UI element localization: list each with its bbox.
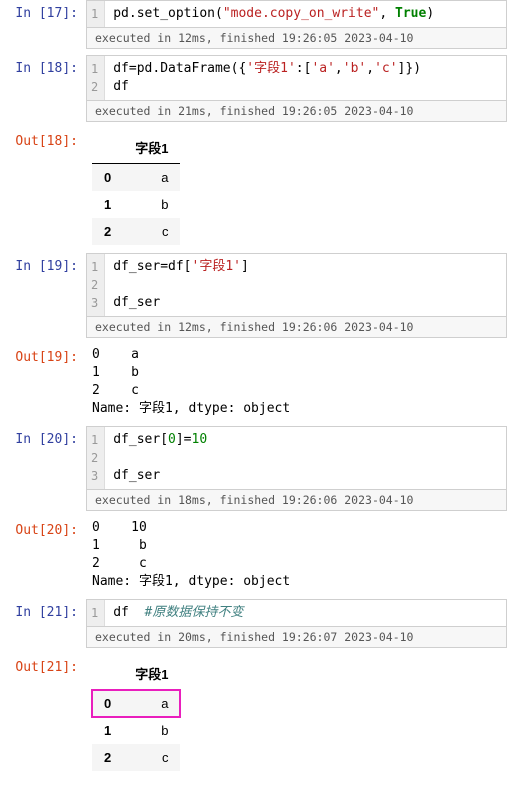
cell-in-19: In [19]: 1 2 3 df_ser=df['字段1'] df_ser e…	[0, 253, 515, 338]
gutter: 1 2 3	[87, 427, 105, 489]
dataframe-table-18: 字段1 0a 1b 2c	[92, 132, 180, 245]
in-prompt-17: In [17]:	[0, 0, 86, 21]
out-prompt-20: Out[20]:	[0, 517, 86, 538]
out-prompt-18: Out[18]:	[0, 128, 86, 149]
table-row: 1b	[92, 717, 180, 744]
code-block: 1 2 3 df_ser=df['字段1'] df_ser	[87, 254, 506, 316]
output-area-21: 字段1 0a 1b 2c	[86, 654, 507, 773]
series-output-20: 0 10 1 b 2 c Name: 字段1, dtype: object	[92, 519, 507, 591]
cell-out-20: Out[20]: 0 10 1 b 2 c Name: 字段1, dtype: …	[0, 517, 515, 593]
cell-out-18: Out[18]: 字段1 0a 1b 2c	[0, 128, 515, 247]
exec-info-20: executed in 18ms, finished 19:26:06 2023…	[87, 489, 506, 510]
out-prompt-21: Out[21]:	[0, 654, 86, 675]
input-area-19[interactable]: 1 2 3 df_ser=df['字段1'] df_ser executed i…	[86, 253, 507, 338]
exec-info-18: executed in 21ms, finished 19:26:05 2023…	[87, 100, 506, 121]
col-header: 字段1	[123, 658, 180, 690]
input-area-21[interactable]: 1 df #原数据保持不变 executed in 20ms, finished…	[86, 599, 507, 648]
in-prompt-20: In [20]:	[0, 426, 86, 447]
col-header: 字段1	[123, 132, 180, 164]
table-row: 1b	[92, 191, 180, 218]
exec-info-19: executed in 12ms, finished 19:26:06 2023…	[87, 316, 506, 337]
cell-in-20: In [20]: 1 2 3 df_ser[0]=10 df_ser execu…	[0, 426, 515, 511]
exec-info-21: executed in 20ms, finished 19:26:07 2023…	[87, 626, 506, 647]
code-19[interactable]: df_ser=df['字段1'] df_ser	[105, 254, 506, 316]
input-area-18[interactable]: 1 2 df=pd.DataFrame({'字段1':['a','b','c']…	[86, 55, 507, 122]
table-row-highlighted: 0a	[92, 690, 180, 718]
code-block: 1 df #原数据保持不变	[87, 600, 506, 626]
gutter: 1	[87, 600, 105, 626]
table-row: 2c	[92, 744, 180, 771]
out-prompt-19: Out[19]:	[0, 344, 86, 365]
cell-out-21: Out[21]: 字段1 0a 1b 2c	[0, 654, 515, 773]
in-prompt-19: In [19]:	[0, 253, 86, 274]
input-area-17[interactable]: 1 pd.set_option("mode.copy_on_write", Tr…	[86, 0, 507, 49]
cell-out-19: Out[19]: 0 a 1 b 2 c Name: 字段1, dtype: o…	[0, 344, 515, 420]
code-block: 1 2 df=pd.DataFrame({'字段1':['a','b','c']…	[87, 56, 506, 100]
output-area-19: 0 a 1 b 2 c Name: 字段1, dtype: object	[86, 344, 507, 420]
code-block: 1 2 3 df_ser[0]=10 df_ser	[87, 427, 506, 489]
cell-in-18: In [18]: 1 2 df=pd.DataFrame({'字段1':['a'…	[0, 55, 515, 122]
gutter: 1	[87, 1, 105, 27]
table-row: 2c	[92, 218, 180, 245]
gutter: 1 2	[87, 56, 105, 100]
code-20[interactable]: df_ser[0]=10 df_ser	[105, 427, 506, 489]
output-area-20: 0 10 1 b 2 c Name: 字段1, dtype: object	[86, 517, 507, 593]
exec-info-17: executed in 12ms, finished 19:26:05 2023…	[87, 27, 506, 48]
series-output-19: 0 a 1 b 2 c Name: 字段1, dtype: object	[92, 346, 507, 418]
code-18[interactable]: df=pd.DataFrame({'字段1':['a','b','c']}) d…	[105, 56, 506, 100]
code-17[interactable]: pd.set_option("mode.copy_on_write", True…	[105, 1, 506, 27]
cell-in-21: In [21]: 1 df #原数据保持不变 executed in 20ms,…	[0, 599, 515, 648]
code-block: 1 pd.set_option("mode.copy_on_write", Tr…	[87, 1, 506, 27]
gutter: 1 2 3	[87, 254, 105, 316]
cell-in-17: In [17]: 1 pd.set_option("mode.copy_on_w…	[0, 0, 515, 49]
table-row: 0a	[92, 164, 180, 192]
dataframe-table-21: 字段1 0a 1b 2c	[92, 658, 180, 771]
input-area-20[interactable]: 1 2 3 df_ser[0]=10 df_ser executed in 18…	[86, 426, 507, 511]
in-prompt-21: In [21]:	[0, 599, 86, 620]
code-21[interactable]: df #原数据保持不变	[105, 600, 506, 626]
output-area-18: 字段1 0a 1b 2c	[86, 128, 507, 247]
in-prompt-18: In [18]:	[0, 55, 86, 76]
